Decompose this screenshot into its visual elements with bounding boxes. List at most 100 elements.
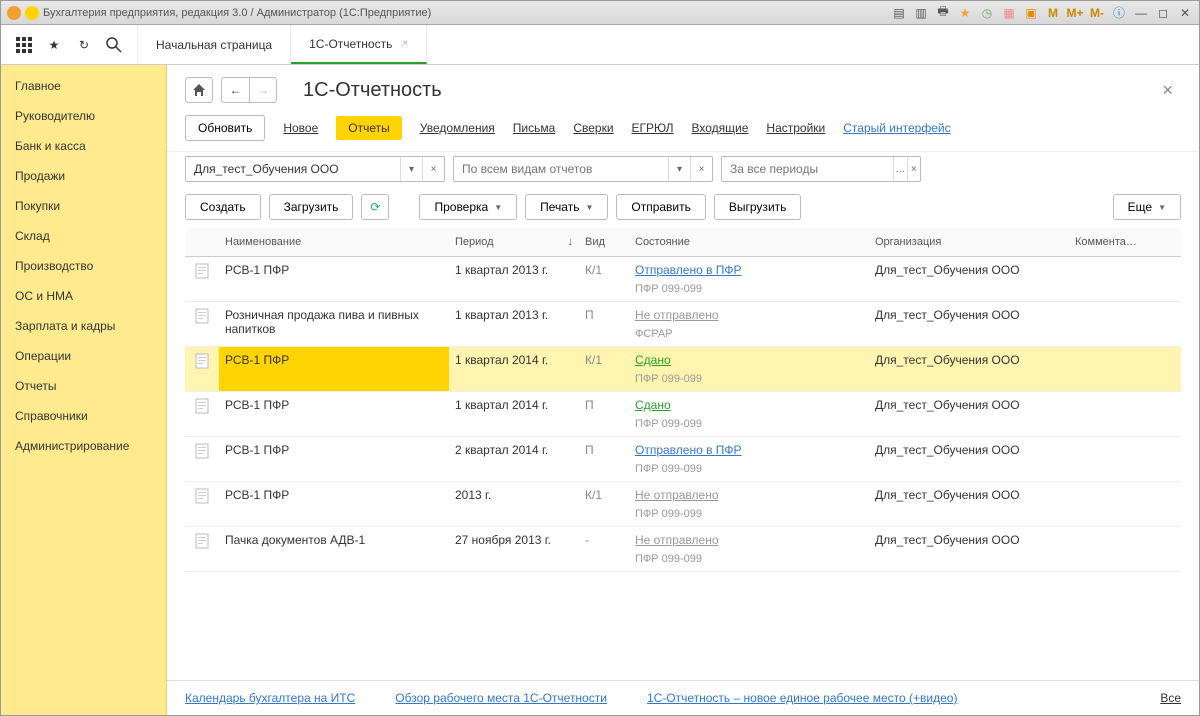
kind-filter[interactable]: ▾ × — [453, 156, 713, 182]
sidebar-item[interactable]: Покупки — [1, 191, 166, 221]
memory-mminus-button[interactable]: M- — [1089, 5, 1105, 21]
info-icon[interactable]: ⓘ — [1111, 5, 1127, 21]
calendar-icon[interactable]: ▣ — [1023, 5, 1039, 21]
table-row[interactable]: РСВ-1 ПФР1 квартал 2014 г.ПСданоПФР 099-… — [185, 392, 1181, 437]
reports-table: Наименование Период↓ Вид Состояние Орган… — [185, 228, 1181, 572]
sidebar-item[interactable]: Справочники — [1, 401, 166, 431]
sidebar-item[interactable]: Продажи — [1, 161, 166, 191]
old-interface-link[interactable]: Старый интерфейс — [843, 121, 950, 135]
kind-filter-dropdown[interactable]: ▾ — [668, 157, 690, 181]
menu-link[interactable]: Письма — [513, 121, 556, 135]
org-filter[interactable]: ▾ × — [185, 156, 445, 182]
state-link[interactable]: Не отправлено — [635, 308, 719, 322]
menu-link[interactable]: Уведомления — [420, 121, 495, 135]
tab[interactable]: Начальная страница — [138, 25, 291, 64]
sidebar-item[interactable]: Отчеты — [1, 371, 166, 401]
document-icon — [195, 443, 209, 459]
footer-link-new-workspace[interactable]: 1С-Отчетность – новое единое рабочее мес… — [647, 691, 958, 705]
memory-mplus-button[interactable]: M+ — [1067, 5, 1083, 21]
th-org[interactable]: Организация — [869, 228, 1069, 257]
sidebar-item[interactable]: Производство — [1, 251, 166, 281]
create-button[interactable]: Создать — [185, 194, 261, 220]
menu-link[interactable]: Сверки — [573, 121, 613, 135]
period-filter-input[interactable] — [722, 157, 893, 181]
sidebar-item[interactable]: Банк и касса — [1, 131, 166, 161]
calc-icon[interactable]: ▦ — [1001, 5, 1017, 21]
apps-icon[interactable] — [15, 36, 33, 54]
menu-link[interactable]: Отчеты — [336, 116, 401, 140]
sidebar-item[interactable]: Главное — [1, 71, 166, 101]
search-icon[interactable] — [105, 36, 123, 54]
th-state[interactable]: Состояние — [629, 228, 869, 257]
close-page-button[interactable]: × — [1162, 80, 1181, 101]
state-link[interactable]: Сдано — [635, 353, 671, 367]
menu-link[interactable]: Входящие — [692, 121, 749, 135]
table-row[interactable]: РСВ-1 ПФР1 квартал 2013 г.К/1Отправлено … — [185, 257, 1181, 302]
nav-back-button[interactable]: ← — [221, 77, 249, 103]
sidebar-item[interactable]: ОС и НМА — [1, 281, 166, 311]
minimize-icon[interactable]: — — [1133, 5, 1149, 21]
sidebar-item[interactable]: Операции — [1, 341, 166, 371]
tab-close-icon[interactable]: × — [402, 38, 408, 49]
app-icon-dropdown[interactable] — [25, 6, 39, 20]
toolbar-icon[interactable]: ▥ — [913, 5, 929, 21]
state-link[interactable]: Не отправлено — [635, 488, 719, 502]
footer-link-all[interactable]: Все — [1160, 691, 1181, 705]
maximize-icon[interactable]: ◻ — [1155, 5, 1171, 21]
close-icon[interactable]: ✕ — [1177, 5, 1193, 21]
cell-period: 1 квартал 2014 г. — [449, 347, 579, 392]
table-row[interactable]: РСВ-1 ПФР2 квартал 2014 г.ПОтправлено в … — [185, 437, 1181, 482]
state-link[interactable]: Отправлено в ПФР — [635, 263, 742, 277]
org-filter-input[interactable] — [186, 157, 400, 181]
star-icon[interactable]: ★ — [45, 36, 63, 54]
history-icon[interactable]: ↻ — [75, 36, 93, 54]
footer-link-calendar[interactable]: Календарь бухгалтера на ИТС — [185, 691, 355, 705]
table-row[interactable]: Пачка документов АДВ-127 ноября 2013 г.-… — [185, 527, 1181, 572]
sidebar-item[interactable]: Администрирование — [1, 431, 166, 461]
period-filter-open[interactable]: … — [893, 157, 907, 181]
toolbar-icon[interactable]: ▤ — [891, 5, 907, 21]
cell-state: СданоПФР 099-099 — [629, 392, 869, 437]
document-icon — [195, 398, 209, 414]
period-filter[interactable]: … × — [721, 156, 921, 182]
cell-comment — [1069, 527, 1181, 572]
footer-link-overview[interactable]: Обзор рабочего места 1С-Отчетности — [395, 691, 607, 705]
state-link[interactable]: Сдано — [635, 398, 671, 412]
more-button[interactable]: Еще▼ — [1113, 194, 1181, 220]
home-button[interactable] — [185, 77, 213, 103]
org-filter-dropdown[interactable]: ▾ — [400, 157, 422, 181]
export-button[interactable]: Выгрузить — [714, 194, 802, 220]
state-link[interactable]: Не отправлено — [635, 533, 719, 547]
menu-link[interactable]: Новое — [283, 121, 318, 135]
sidebar-item[interactable]: Зарплата и кадры — [1, 311, 166, 341]
table-row[interactable]: РСВ-1 ПФР1 квартал 2014 г.К/1СданоПФР 09… — [185, 347, 1181, 392]
favorite-icon[interactable]: ★ — [957, 5, 973, 21]
tab[interactable]: 1С-Отчетность× — [291, 25, 427, 64]
send-button[interactable]: Отправить — [616, 194, 706, 220]
sidebar-item[interactable]: Склад — [1, 221, 166, 251]
org-filter-clear[interactable]: × — [422, 157, 444, 181]
check-button[interactable]: Проверка▼ — [419, 194, 517, 220]
th-comment[interactable]: Коммента… — [1069, 228, 1181, 257]
th-kind[interactable]: Вид — [579, 228, 629, 257]
toolbar-icon[interactable]: 🖶 — [935, 5, 951, 21]
sidebar-item[interactable]: Руководителю — [1, 101, 166, 131]
refresh-list-button[interactable]: ⟳ — [361, 194, 389, 220]
menu-link[interactable]: Настройки — [766, 121, 825, 135]
content-area: ← → 1С-Отчетность × Обновить НовоеОтчеты… — [167, 65, 1199, 715]
memory-m-button[interactable]: M — [1045, 5, 1061, 21]
print-button[interactable]: Печать▼ — [525, 194, 608, 220]
th-name[interactable]: Наименование — [219, 228, 449, 257]
table-row[interactable]: Розничная продажа пива и пивных напитков… — [185, 302, 1181, 347]
clock-icon[interactable]: ◷ — [979, 5, 995, 21]
kind-filter-clear[interactable]: × — [690, 157, 712, 181]
menu-link[interactable]: ЕГРЮЛ — [632, 121, 674, 135]
nav-forward-button[interactable]: → — [249, 77, 277, 103]
load-button[interactable]: Загрузить — [269, 194, 354, 220]
state-link[interactable]: Отправлено в ПФР — [635, 443, 742, 457]
table-row[interactable]: РСВ-1 ПФР2013 г.К/1Не отправленоПФР 099-… — [185, 482, 1181, 527]
period-filter-clear[interactable]: × — [907, 157, 921, 181]
th-period[interactable]: Период↓ — [449, 228, 579, 257]
refresh-button[interactable]: Обновить — [185, 115, 265, 141]
kind-filter-input[interactable] — [454, 157, 668, 181]
